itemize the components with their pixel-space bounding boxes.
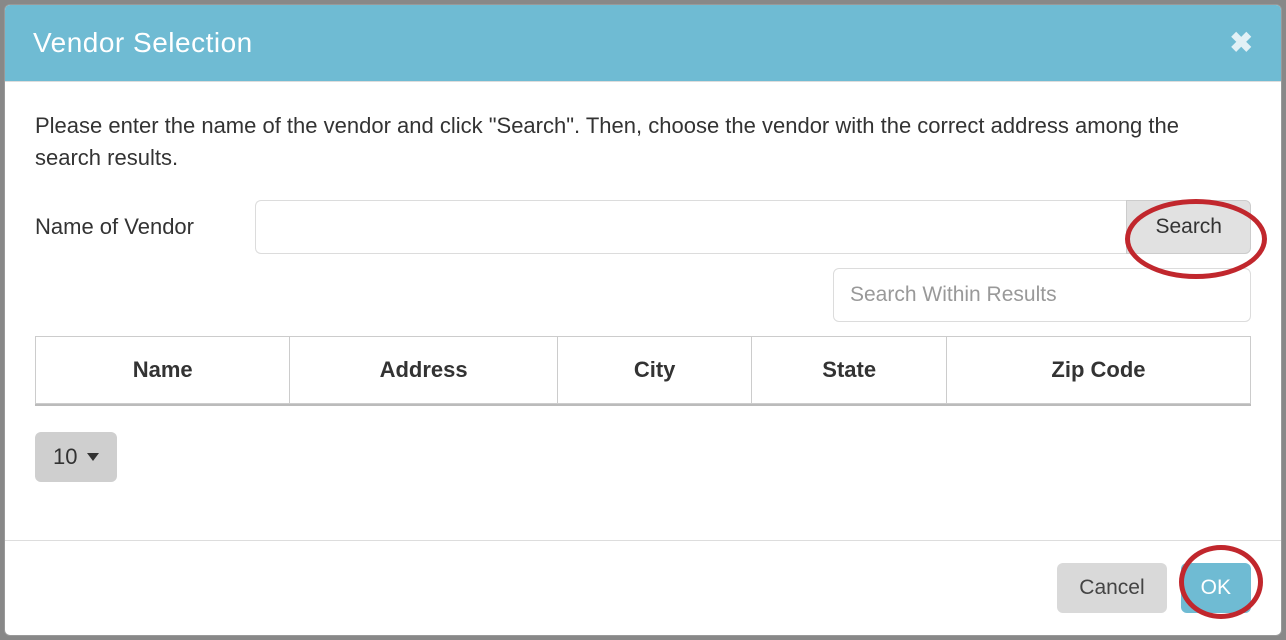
vendor-search-row: Name of Vendor Search: [35, 200, 1251, 254]
modal-footer: Cancel OK: [5, 540, 1281, 635]
search-button[interactable]: Search: [1126, 200, 1251, 254]
vendor-selection-modal: Vendor Selection ✖ Please enter the name…: [4, 4, 1282, 636]
results-table: Name Address City State Zip Code: [35, 336, 1251, 404]
vendor-input-group: Search: [255, 200, 1251, 254]
chevron-down-icon: [87, 453, 99, 461]
vendor-name-input[interactable]: [255, 200, 1126, 254]
col-city[interactable]: City: [558, 336, 753, 404]
modal-title: Vendor Selection: [33, 27, 253, 59]
pager: 10: [35, 432, 1251, 482]
vendor-name-label: Name of Vendor: [35, 214, 255, 240]
modal-body: Please enter the name of the vendor and …: [5, 82, 1281, 540]
instructions-text: Please enter the name of the vendor and …: [35, 110, 1251, 174]
results-header-row: Name Address City State Zip Code: [35, 336, 1251, 404]
col-name[interactable]: Name: [35, 336, 290, 404]
cancel-button[interactable]: Cancel: [1057, 563, 1166, 613]
modal-header: Vendor Selection ✖: [5, 5, 1281, 82]
close-icon[interactable]: ✖: [1230, 29, 1253, 57]
search-within-input[interactable]: [833, 268, 1251, 322]
col-zip-code[interactable]: Zip Code: [947, 336, 1251, 404]
ok-button[interactable]: OK: [1181, 563, 1251, 613]
col-address[interactable]: Address: [290, 336, 558, 404]
search-within-row: [35, 268, 1251, 322]
col-state[interactable]: State: [752, 336, 947, 404]
page-size-value: 10: [53, 444, 77, 470]
page-size-select[interactable]: 10: [35, 432, 117, 482]
